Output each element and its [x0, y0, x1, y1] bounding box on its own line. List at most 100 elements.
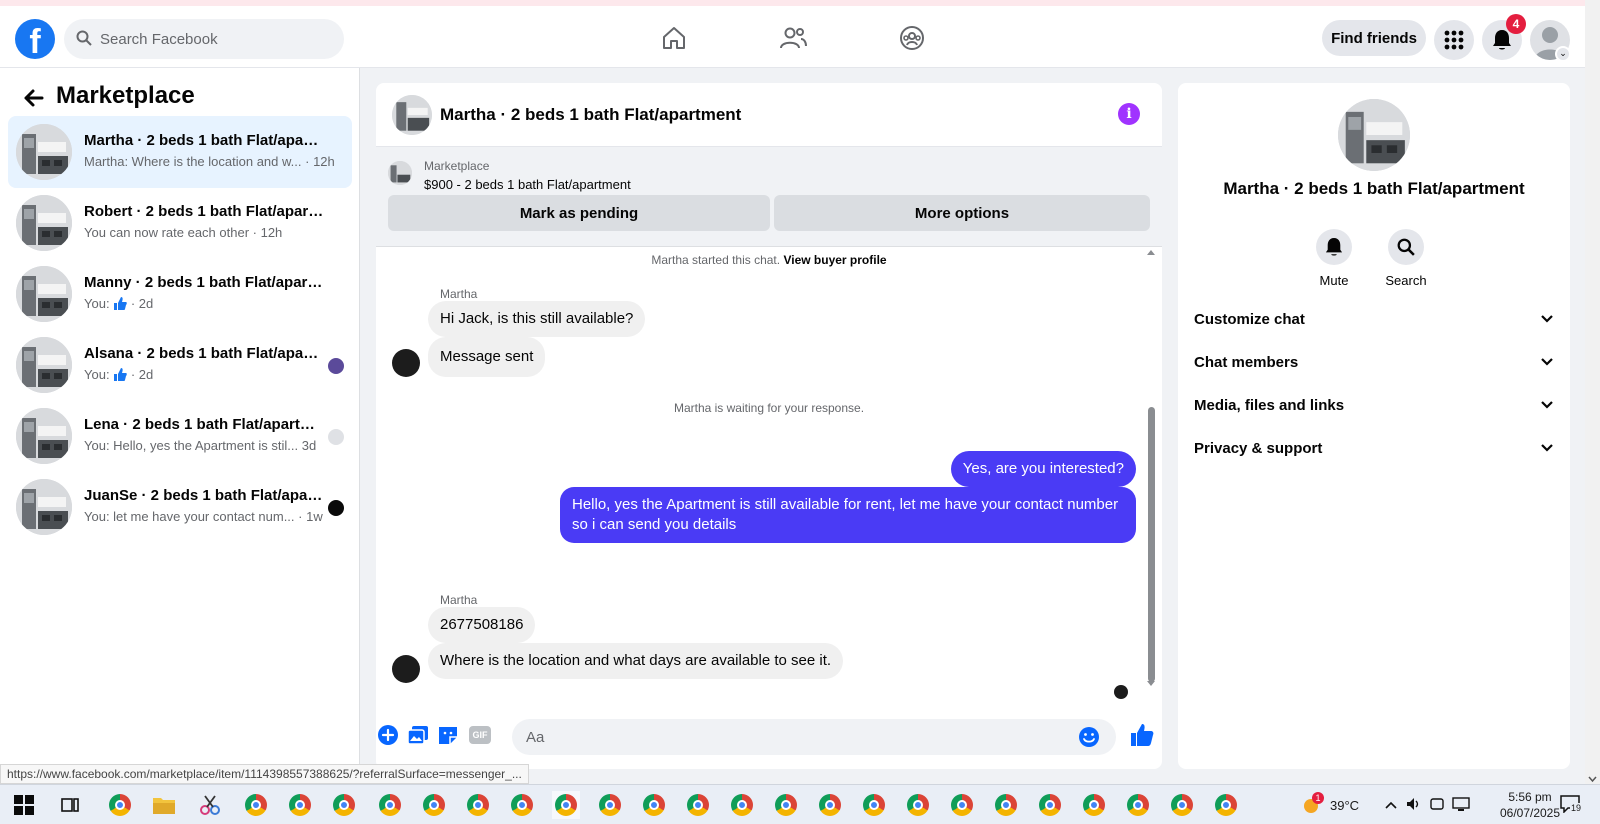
- meet-now-icon[interactable]: [1430, 797, 1444, 814]
- chat-title[interactable]: Martha · 2 beds 1 bath Flat/apartment: [440, 105, 741, 125]
- marketplace-conversations-panel: Marketplace Martha · 2 beds 1 bath Flat/…: [0, 68, 360, 784]
- waiting-notice: Martha is waiting for your response.: [673, 401, 865, 415]
- chrome-taskbar-icon[interactable]: [948, 791, 976, 819]
- listing-price-title[interactable]: $900 - 2 beds 1 bath Flat/apartment: [424, 177, 631, 192]
- chrome-taskbar-icon[interactable]: [596, 791, 624, 819]
- add-plus-icon[interactable]: [376, 723, 400, 747]
- network-icon[interactable]: [1452, 796, 1470, 814]
- privacy-support-section[interactable]: Privacy & support: [1194, 430, 1554, 466]
- home-icon[interactable]: [656, 20, 692, 56]
- chrome-taskbar-icon[interactable]: [286, 791, 314, 819]
- mark-as-pending-button[interactable]: Mark as pending: [388, 195, 770, 231]
- task-view-icon[interactable]: [56, 791, 84, 819]
- chrome-taskbar-icon[interactable]: [464, 791, 492, 819]
- customize-chat-section[interactable]: Customize chat: [1194, 301, 1554, 337]
- like-thumbs-up-icon[interactable]: [1128, 721, 1156, 749]
- chrome-taskbar-icon[interactable]: [1080, 791, 1108, 819]
- speaker-icon[interactable]: [1406, 797, 1422, 814]
- friends-icon[interactable]: [775, 20, 811, 56]
- listing-thumbnail: [16, 266, 72, 322]
- chrome-taskbar-icon[interactable]: [330, 791, 358, 819]
- incoming-message[interactable]: Hi Jack, is this still available?: [428, 301, 646, 337]
- chrome-taskbar-icon[interactable]: [684, 791, 712, 819]
- chrome-taskbar-icon[interactable]: [860, 791, 888, 819]
- incoming-message[interactable]: Where is the location and what days are …: [428, 643, 844, 679]
- outgoing-message[interactable]: Hello, yes the Apartment is still availa…: [560, 487, 1136, 543]
- chrome-taskbar-icon-active[interactable]: [552, 791, 580, 819]
- temperature: 39°C: [1330, 797, 1360, 813]
- chrome-taskbar-icon[interactable]: [376, 791, 404, 819]
- gif-icon[interactable]: GIF: [468, 723, 492, 747]
- find-friends-button[interactable]: Find friends: [1322, 20, 1426, 56]
- sender-name: Martha: [440, 593, 478, 607]
- chat-scroll-thumb[interactable]: [1148, 407, 1155, 682]
- clock[interactable]: 5:56 pm 06/07/2025: [1490, 789, 1570, 821]
- media-files-links-section[interactable]: Media, files and links: [1194, 387, 1554, 423]
- sender-avatar[interactable]: [392, 349, 420, 377]
- chat-scrollbar[interactable]: [1146, 247, 1156, 687]
- conversation-item[interactable]: JuanSe · 2 beds 1 bath Flat/apar... You:…: [8, 471, 352, 543]
- message-input-box[interactable]: [512, 719, 1116, 755]
- conversation-name: JuanSe · 2 beds 1 bath Flat/apar...: [84, 487, 324, 504]
- windows-start-icon[interactable]: [10, 791, 38, 819]
- message-input[interactable]: [526, 719, 1066, 755]
- conversation-item[interactable]: Robert · 2 beds 1 bath Flat/apartm... Yo…: [8, 187, 352, 259]
- outgoing-message[interactable]: Yes, are you interested?: [950, 451, 1136, 487]
- chat-members-section[interactable]: Chat members: [1194, 344, 1554, 380]
- chrome-taskbar-icon[interactable]: [1168, 791, 1196, 819]
- seen-avatar: [1114, 685, 1128, 699]
- more-options-button[interactable]: More options: [774, 195, 1150, 231]
- emoji-icon[interactable]: [1078, 726, 1100, 753]
- conversation-item[interactable]: Alsana · 2 beds 1 bath Flat/apart... You…: [8, 329, 352, 401]
- chrome-taskbar-icon[interactable]: [420, 791, 448, 819]
- listing-thumbnail-large[interactable]: [1338, 99, 1410, 171]
- chat-header: Martha · 2 beds 1 bath Flat/apartment i: [376, 83, 1162, 147]
- chevron-down-icon: [1540, 354, 1554, 371]
- account-chevron-down-icon[interactable]: ⌄: [1555, 46, 1571, 62]
- chat-info-panel: Martha · 2 beds 1 bath Flat/apartment Mu…: [1178, 83, 1570, 769]
- conversation-item[interactable]: Martha · 2 beds 1 bath Flat/apart... Mar…: [8, 116, 352, 188]
- search-in-chat-button[interactable]: Search: [1376, 229, 1436, 288]
- file-explorer-icon[interactable]: [150, 791, 178, 819]
- conversation-item[interactable]: Manny · 2 beds 1 bath Flat/apartm... You…: [8, 258, 352, 330]
- snipping-tool-icon[interactable]: [196, 791, 224, 819]
- chrome-taskbar-icon[interactable]: [106, 791, 134, 819]
- chrome-taskbar-icon[interactable]: [992, 791, 1020, 819]
- incoming-message[interactable]: 2677508186: [428, 607, 536, 643]
- mute-label: Mute: [1319, 273, 1349, 288]
- chat-panel: Martha · 2 beds 1 bath Flat/apartment i …: [376, 83, 1162, 769]
- chevron-up-icon[interactable]: [1384, 798, 1398, 813]
- chrome-taskbar-icon[interactable]: [816, 791, 844, 819]
- bell-icon: [1316, 229, 1352, 265]
- incoming-message[interactable]: Message sent: [428, 337, 546, 377]
- chrome-taskbar-icon[interactable]: [242, 791, 270, 819]
- chrome-taskbar-icon[interactable]: [904, 791, 932, 819]
- search-input[interactable]: [100, 19, 330, 59]
- groups-icon[interactable]: [894, 20, 930, 56]
- conversation-item[interactable]: Lena · 2 beds 1 bath Flat/apartm... You:…: [8, 400, 352, 472]
- chevron-down-icon: [1540, 397, 1554, 414]
- info-icon[interactable]: i: [1118, 103, 1140, 125]
- chrome-taskbar-icon[interactable]: [1036, 791, 1064, 819]
- sticker-icon[interactable]: [436, 723, 460, 747]
- search-box[interactable]: [64, 19, 344, 59]
- chrome-taskbar-icon[interactable]: [1212, 791, 1240, 819]
- chrome-taskbar-icon[interactable]: [640, 791, 668, 819]
- action-center[interactable]: 19: [1560, 785, 1584, 824]
- listing-thumbnail[interactable]: [392, 95, 432, 135]
- facebook-logo-icon[interactable]: f: [15, 19, 55, 59]
- notification-count-badge: 4: [1506, 14, 1526, 34]
- sender-avatar[interactable]: [392, 655, 420, 683]
- chrome-taskbar-icon[interactable]: [728, 791, 756, 819]
- read-receipt-avatar: [328, 500, 344, 516]
- back-arrow-icon[interactable]: [20, 84, 48, 112]
- chrome-taskbar-icon[interactable]: [772, 791, 800, 819]
- chrome-taskbar-icon[interactable]: [508, 791, 536, 819]
- page-scrollbar[interactable]: [1585, 0, 1600, 784]
- chrome-taskbar-icon[interactable]: [1124, 791, 1152, 819]
- weather-widget[interactable]: 1 39°C: [1300, 785, 1359, 824]
- view-buyer-profile-link[interactable]: View buyer profile: [783, 253, 886, 267]
- mute-button[interactable]: Mute: [1304, 229, 1364, 288]
- photo-icon[interactable]: [406, 723, 430, 747]
- menu-grid-icon[interactable]: [1434, 20, 1474, 60]
